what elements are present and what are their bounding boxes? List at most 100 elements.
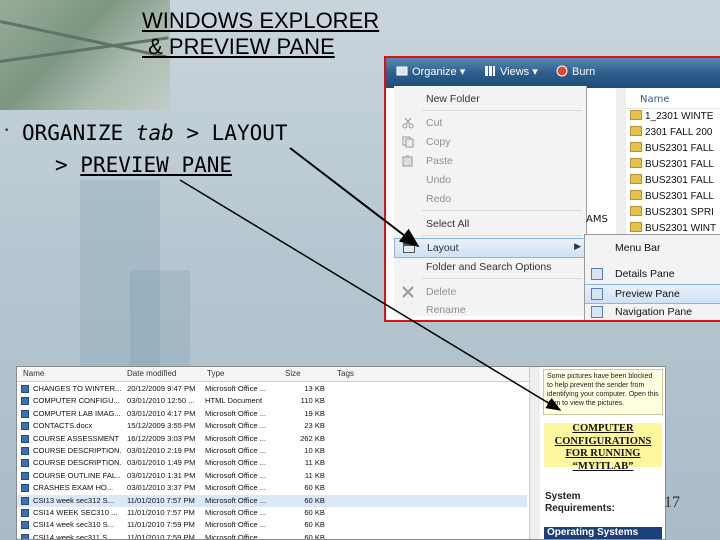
scissors-icon [402, 117, 414, 129]
menu-item-redo[interactable]: Redo [394, 190, 586, 208]
table-row[interactable]: CHANGES TO WINTER... 20/12/2009 9:47 PM Mi… [17, 383, 527, 395]
cell-name: COMPUTER CONFIGU... [33, 396, 120, 406]
cell-name: CONTACTS.docx [33, 421, 93, 431]
organize-menu-screenshot: Organize ▾ Views ▾ Burn New Folder Cut C… [384, 56, 720, 322]
menu-item-new-folder[interactable]: New Folder [394, 90, 586, 108]
layout-submenu: Menu Bar Details Pane Preview Pane Navig… [584, 234, 720, 320]
column-header-type[interactable]: Type [207, 369, 224, 378]
cell-date: 11/01/2010 7:59 PM [127, 520, 195, 530]
views-label: Views ▾ [500, 66, 538, 78]
views-button[interactable]: Views ▾ [484, 65, 538, 78]
burn-button[interactable]: Burn [556, 65, 595, 78]
cell-date: 03/01/2010 4:17 PM [127, 408, 196, 418]
menu-item-paste[interactable]: Paste [394, 152, 586, 170]
menu-item-select-all[interactable]: Select All [394, 215, 586, 233]
table-row[interactable]: CSI13 week sec312 S... 11/01/2010 7:57 PM… [17, 494, 527, 507]
req-line-2: Requirements: [545, 503, 616, 514]
table-row[interactable]: CRASHES EXAM HO... 03/01/2010 3:37 PM Micr… [17, 482, 527, 494]
cell-name: COURSE DESCRIPTION... [33, 458, 121, 468]
table-row[interactable]: COMPUTER LAB IMAG... 03/01/2010 4:17 PM Mi… [17, 408, 527, 420]
file-icon [21, 471, 29, 480]
folder-item[interactable]: BUS2301 FALL [630, 158, 720, 174]
folder-item[interactable]: BUS2301 SPRI [630, 206, 720, 222]
cell-size: 11 KB [304, 470, 325, 480]
folder-icon [630, 158, 642, 168]
cell-type: Microsoft Office ... [205, 508, 267, 517]
organize-dropdown-menu: New Folder Cut Copy Paste Undo Redo Sele… [394, 86, 588, 319]
heading-line-1: COMPUTER [572, 423, 634, 434]
paste-icon [402, 155, 413, 167]
table-row[interactable]: CSI14 week sec310 S... 11/01/2010 7:59 PM… [17, 519, 527, 531]
step-line-1: ORGANIZE tab > LAYOUT [22, 116, 288, 150]
operating-systems-bar: Operating Systems [544, 527, 662, 539]
table-row[interactable]: COURSE DESCRIPTION... 03/01/2010 2:19 PM M… [17, 445, 527, 457]
vertical-scrollbar[interactable] [616, 88, 626, 238]
file-icon [21, 447, 29, 455]
menu-item-cut[interactable]: Cut [394, 114, 586, 132]
slide-title: WINDOWS EXPLORER & PREVIEW PANE [142, 8, 379, 60]
cell-type: Microsoft Office ... [205, 495, 267, 505]
submenu-item-details-pane[interactable]: Details Pane [585, 265, 720, 283]
submenu-item-navigation-pane[interactable]: Navigation Pane [585, 303, 720, 320]
folder-item[interactable]: BUS2301 FALL [630, 174, 720, 190]
file-icon [21, 484, 29, 493]
table-row[interactable]: CSI14 WEEK SEC310 ... 11/01/2010 7:57 PM M… [17, 507, 527, 519]
folder-item[interactable]: 2301 FALL 200 [630, 126, 720, 142]
column-header-name[interactable]: Name [23, 369, 44, 378]
submenu-arrow-icon: ▶ [574, 241, 581, 251]
folder-icon [630, 110, 642, 120]
cell-size: 11 KB [304, 458, 325, 468]
menu-item-label: New Folder [426, 93, 480, 105]
cell-type: Microsoft Office ... [205, 483, 267, 493]
cell-type: Microsoft Office ... [205, 458, 267, 468]
burn-icon [556, 65, 568, 77]
menu-item-folder-search-options[interactable]: Folder and Search Options [394, 258, 586, 276]
menu-item-rename[interactable]: Rename [394, 301, 586, 319]
column-header-date[interactable]: Date modified [127, 369, 176, 378]
heading-line-3: FOR RUNNING [565, 448, 641, 459]
folder-label: BUS2301 FALL [645, 175, 714, 186]
cell-size: 60 KB [304, 495, 325, 505]
folder-icon [630, 190, 642, 200]
file-icon [21, 521, 29, 530]
delete-icon [402, 286, 414, 298]
menu-item-undo[interactable]: Undo [394, 171, 586, 189]
cell-size: 262 KB [300, 433, 325, 443]
cell-name: CSI14 week sec311 S... [33, 532, 114, 540]
folder-label: BUS2301 FALL [645, 191, 714, 202]
layout-icon [403, 243, 415, 253]
table-row[interactable]: COURSE ASSESSMENT ... 16/12/2009 3:03 PM M… [17, 433, 527, 445]
blocked-pictures-notice[interactable]: Some pictures have been blocked to help … [543, 369, 663, 415]
vertical-scrollbar[interactable] [529, 367, 540, 539]
menu-item-layout[interactable]: Layout ▶ [394, 238, 588, 258]
cell-name: COMPUTER LAB IMAG... [33, 408, 121, 418]
table-row[interactable]: COURSE DESCRIPTION... 03/01/2010 1:49 PM M… [17, 457, 527, 469]
table-row[interactable]: COURSE OUTLINE FAL... 03/01/2010 1:31 PM M… [17, 470, 527, 482]
copy-icon [402, 136, 414, 148]
submenu-item-menu-bar[interactable]: Menu Bar [585, 239, 720, 257]
cell-size: 10 KB [304, 446, 325, 455]
preview-heading: COMPUTER CONFIGURATIONS FOR RUNNING “MYI… [544, 423, 662, 472]
file-icon [21, 496, 29, 505]
folder-icon [630, 174, 642, 184]
file-icon [21, 533, 29, 539]
organize-button[interactable]: Organize ▾ [396, 65, 465, 78]
menu-item-delete[interactable]: Delete [394, 283, 586, 301]
column-header-size[interactable]: Size [285, 369, 301, 378]
table-row[interactable]: COMPUTER CONFIGU... 03/01/2010 12:50 ... H… [17, 395, 527, 407]
folder-item[interactable]: BUS2301 FALL [630, 142, 720, 158]
folder-item[interactable]: 1_2301 WINTE [630, 110, 720, 126]
cell-size: 19 KB [304, 408, 325, 418]
column-header-label: Name [640, 94, 670, 105]
submenu-item-preview-pane[interactable]: Preview Pane [585, 284, 720, 304]
column-header-tags[interactable]: Tags [337, 369, 354, 378]
menu-item-label: Paste [426, 155, 453, 167]
column-header-name[interactable]: Name [626, 90, 720, 109]
table-row[interactable]: CSI14 week sec311 S... 11/01/2010 7:59 PM… [17, 532, 527, 540]
table-row[interactable]: CONTACTS.docx 15/12/2009 3:55 PM Microsoft… [17, 420, 527, 432]
cell-type: Microsoft Office ... [205, 408, 267, 418]
menu-item-copy[interactable]: Copy [394, 133, 586, 151]
folder-item[interactable]: BUS2301 FALL [630, 190, 720, 206]
details-pane-icon [591, 268, 603, 280]
menu-separator [422, 210, 582, 211]
